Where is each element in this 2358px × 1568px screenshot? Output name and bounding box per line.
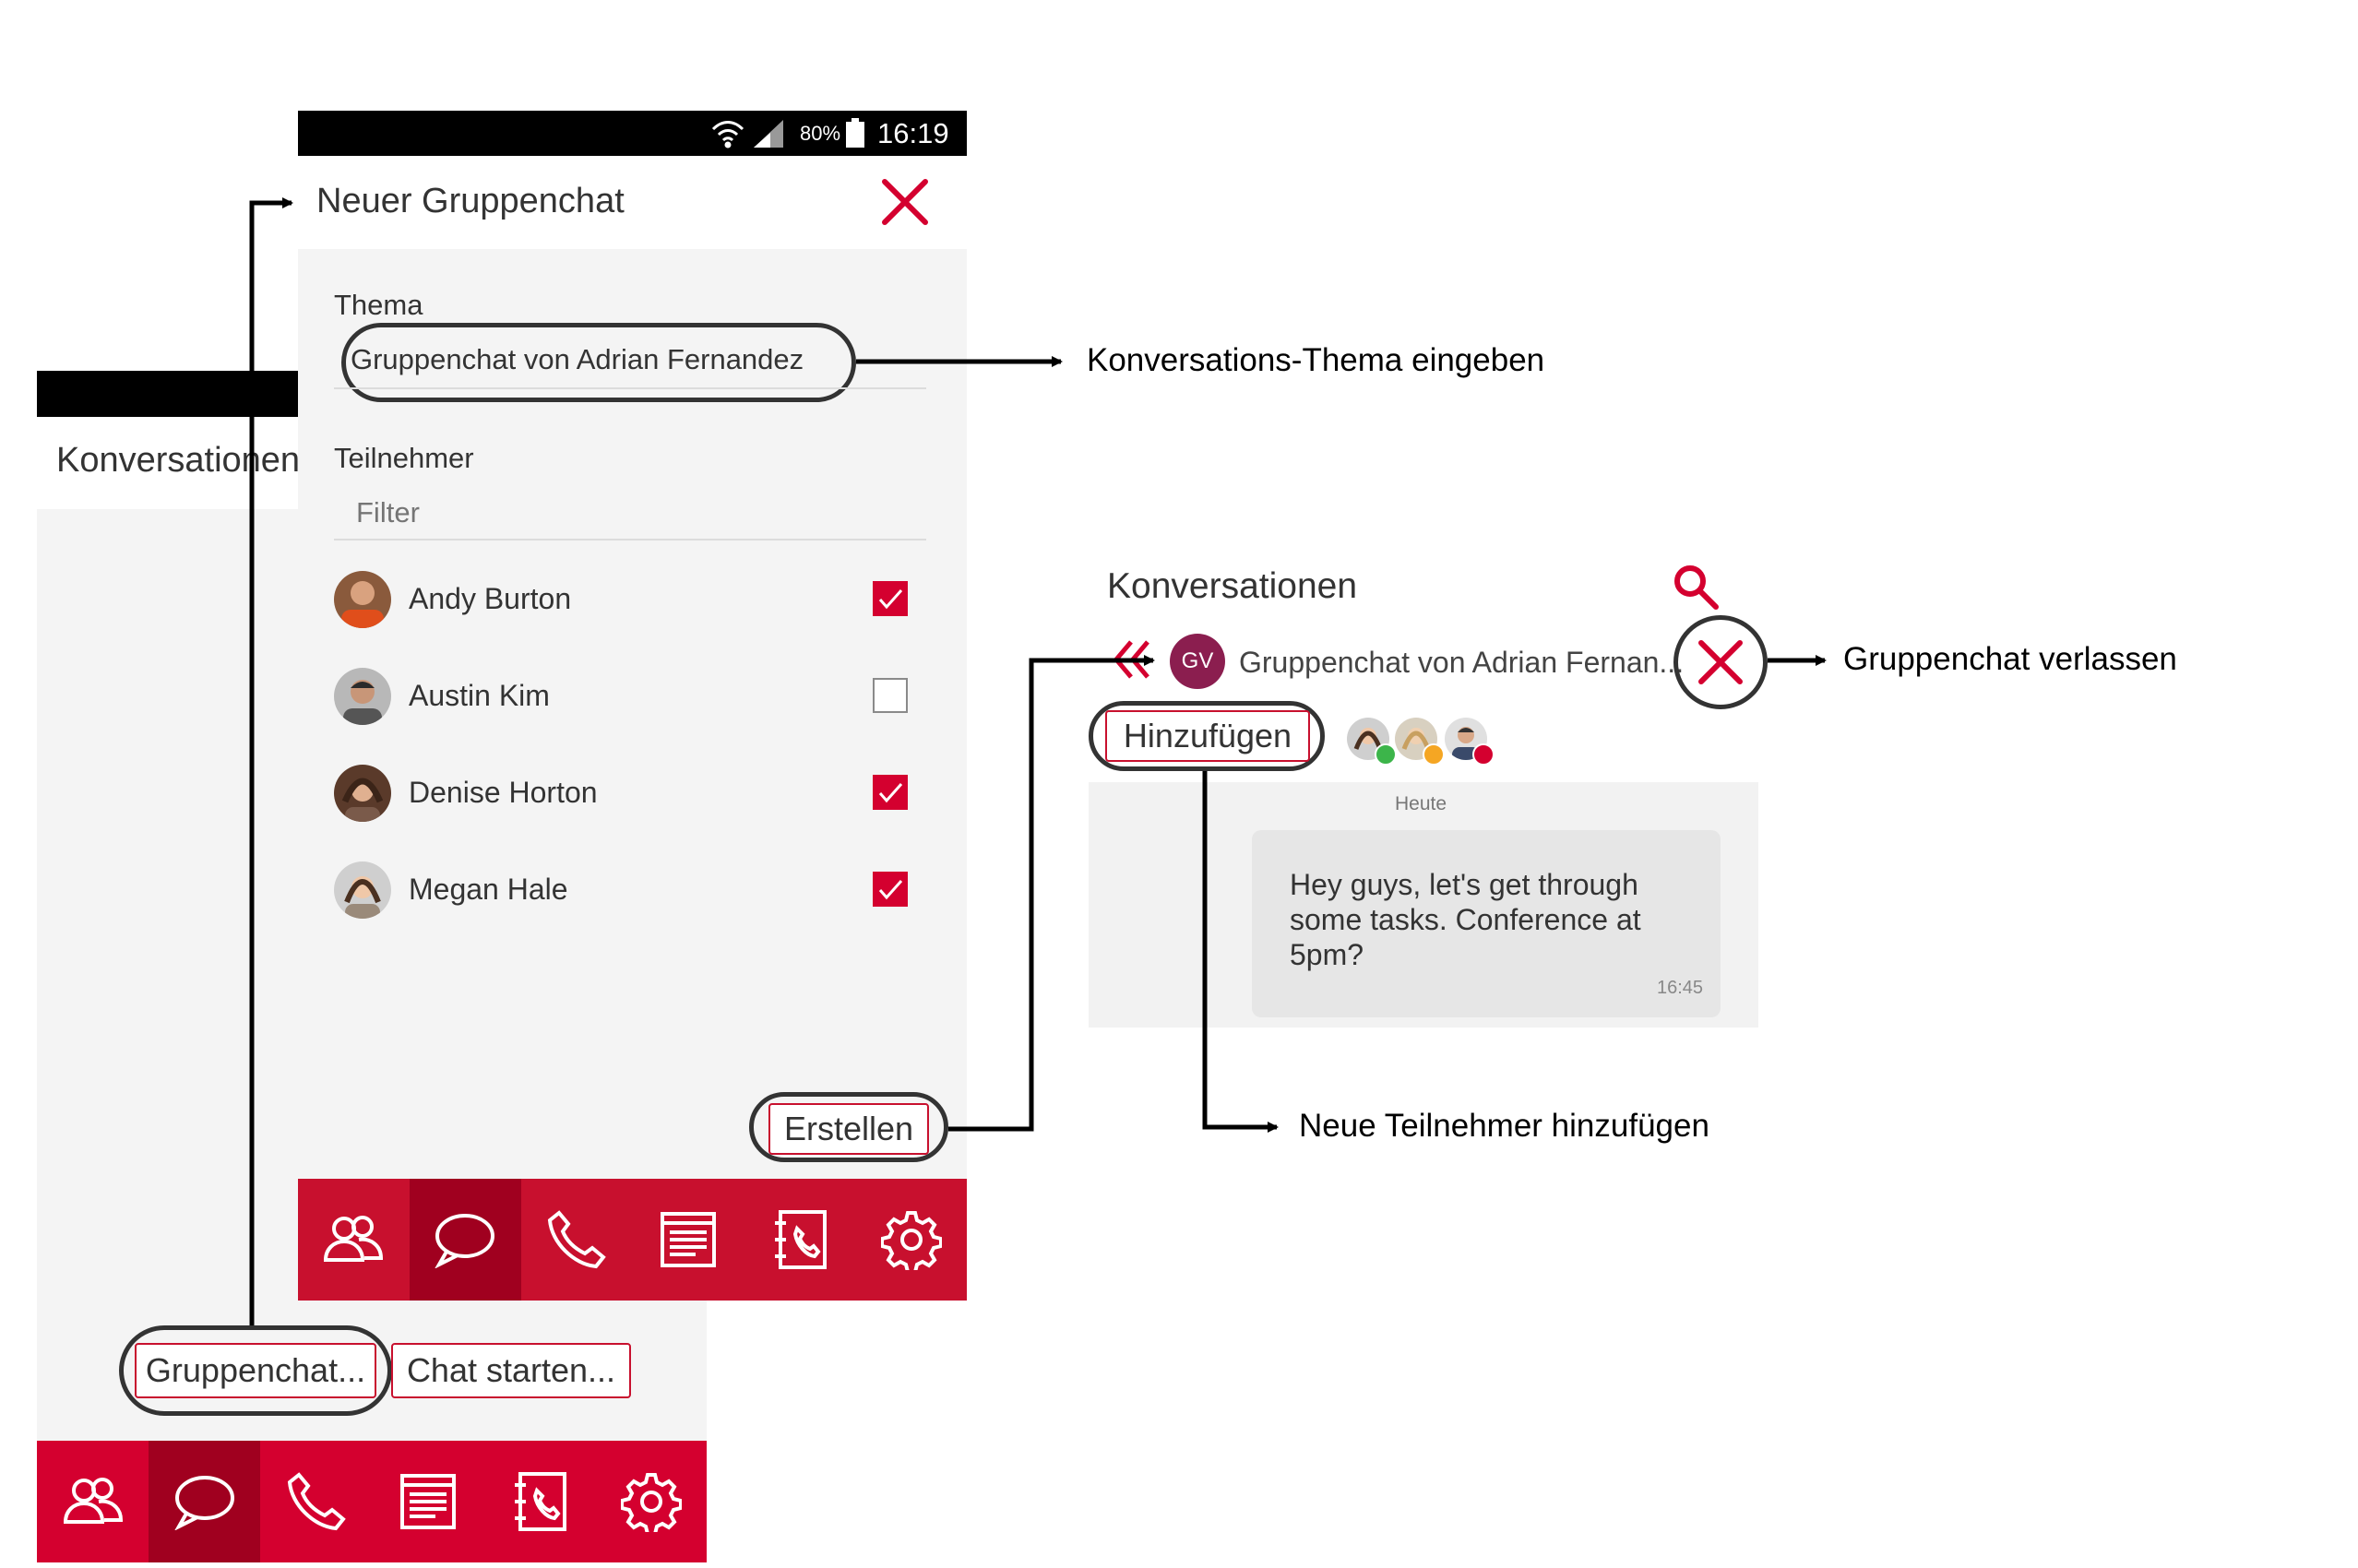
annotation-topic: Konversations-Thema eingeben <box>1087 342 1545 378</box>
connector-arrows <box>249 197 1827 1325</box>
annotation-leave: Gruppenchat verlassen <box>1843 641 2177 677</box>
annotation-add: Neue Teilnehmer hinzufügen <box>1299 1108 1709 1144</box>
